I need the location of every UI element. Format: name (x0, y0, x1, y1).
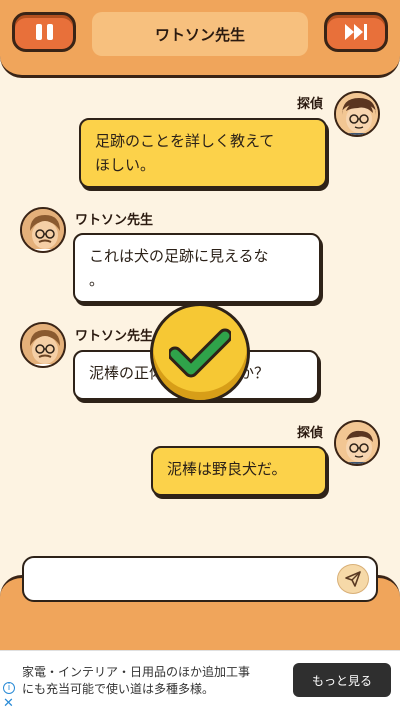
watson-avatar (20, 207, 66, 253)
speaker-name: ワトソン先生 (75, 213, 154, 228)
ad-banner[interactable]: i ✕ 家電・インテリア・日用品のほか追加工事 にも充当可能で使い道は多種多様。… (0, 650, 400, 711)
pause-button[interactable] (12, 12, 76, 52)
conversation-title: ワトソン先生 (92, 12, 308, 56)
send-button[interactable] (337, 564, 369, 594)
checkmark-icon (169, 328, 231, 378)
skip-button[interactable] (324, 12, 388, 52)
chat-bubble-player: 足跡のことを詳しく教えて ほしい。 (79, 118, 327, 188)
chat-bubble-npc: これは犬の足跡に見えるな 。 (73, 233, 321, 303)
message-text: 足跡のことを詳しく教えて ほしい。 (95, 132, 275, 174)
message-text: 泥棒は野良犬だ。 (167, 460, 287, 478)
chat-bubble-player: 泥棒は野良犬だ。 (151, 446, 327, 496)
pause-icon (35, 24, 53, 40)
detective-avatar (334, 420, 380, 466)
watson-avatar (20, 322, 66, 368)
correct-checkmark (150, 303, 250, 403)
message-text: これは犬の足跡に見えるな 。 (89, 247, 269, 289)
message-input[interactable] (22, 556, 378, 602)
speaker-name: ワトソン先生 (75, 329, 154, 344)
detective-avatar (334, 91, 380, 137)
speaker-name: 探偵 (297, 426, 324, 441)
speaker-name: 探偵 (297, 97, 324, 112)
send-icon (345, 571, 361, 587)
info-icon[interactable]: i (3, 682, 15, 694)
fast-forward-icon (345, 24, 367, 40)
top-bar: ワトソン先生 (0, 0, 400, 78)
ad-text: 家電・インテリア・日用品のほか追加工事 にも充当可能で使い道は多種多様。 (22, 665, 251, 696)
close-icon[interactable]: ✕ (3, 697, 14, 710)
ad-more-button[interactable]: もっと見る (293, 663, 391, 697)
